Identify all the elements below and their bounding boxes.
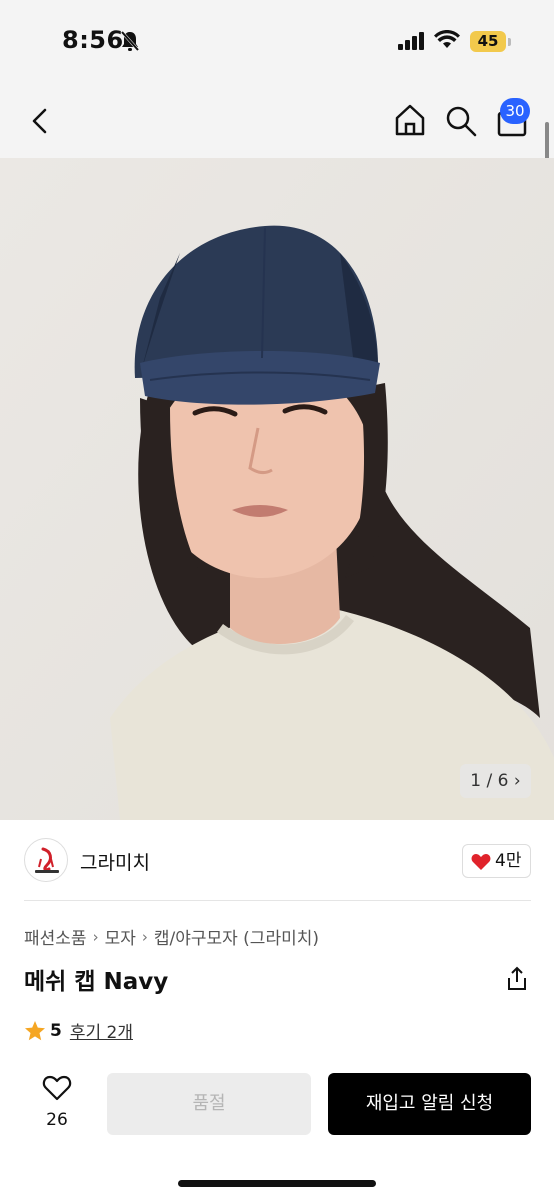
rating-value: 5 — [50, 1020, 62, 1041]
status-bar: 8:56 45 — [0, 0, 554, 86]
top-nav-bar — [0, 86, 554, 158]
image-counter-text: 1 / 6 — [470, 771, 509, 791]
brand-logo[interactable] — [24, 838, 68, 882]
product-photo-illustration — [0, 158, 554, 820]
breadcrumb-item[interactable]: 패션소품 — [24, 924, 87, 949]
chevron-right-icon: › — [513, 771, 521, 791]
star-icon — [25, 1020, 45, 1040]
bottom-action-bar: 26 품절 재입고 알림 신청 — [0, 1058, 554, 1200]
soldout-button: 품절 — [107, 1073, 311, 1135]
brand-like-button[interactable]: 4만 — [462, 844, 531, 878]
breadcrumb-item[interactable]: 캡/야구모자 (그라미치) — [154, 924, 319, 949]
product-title: 메쉬 캡 Navy — [24, 969, 169, 995]
brand-row: 그라미치 4만 — [0, 820, 554, 900]
product-image[interactable] — [0, 158, 554, 820]
wishlist-button[interactable]: 26 — [34, 1074, 80, 1130]
back-arrow-icon[interactable] — [26, 106, 54, 136]
wifi-icon — [434, 30, 460, 48]
home-indicator — [178, 1180, 376, 1187]
wishlist-count: 26 — [46, 1110, 68, 1130]
heart-outline-icon — [42, 1075, 72, 1101]
brand-like-count: 4만 — [495, 851, 522, 871]
divider — [24, 900, 531, 901]
chevron-right-icon: › — [141, 927, 148, 946]
rating-row: 5 후기 2개 — [24, 1018, 133, 1043]
review-count-link[interactable]: 후기 2개 — [70, 1018, 133, 1043]
brand-logo-mark — [35, 847, 59, 873]
heart-filled-icon — [471, 854, 491, 870]
battery-indicator: 45 — [470, 31, 506, 52]
cellular-signal-icon — [398, 32, 424, 50]
status-time: 8:56 — [62, 26, 124, 54]
share-icon[interactable] — [505, 966, 529, 992]
cart-count-badge: 30 — [500, 98, 530, 124]
image-counter[interactable]: 1 / 6 › — [460, 764, 531, 798]
chevron-right-icon: › — [92, 927, 99, 946]
breadcrumb-item[interactable]: 모자 — [105, 924, 136, 949]
home-icon[interactable] — [392, 102, 428, 138]
search-icon[interactable] — [444, 104, 478, 138]
restock-alert-button[interactable]: 재입고 알림 신청 — [328, 1073, 531, 1135]
brand-name[interactable]: 그라미치 — [80, 848, 150, 875]
battery-cap — [508, 38, 511, 46]
breadcrumb: 패션소품 › 모자 › 캡/야구모자 (그라미치) — [24, 924, 319, 950]
bell-muted-icon — [120, 31, 140, 51]
